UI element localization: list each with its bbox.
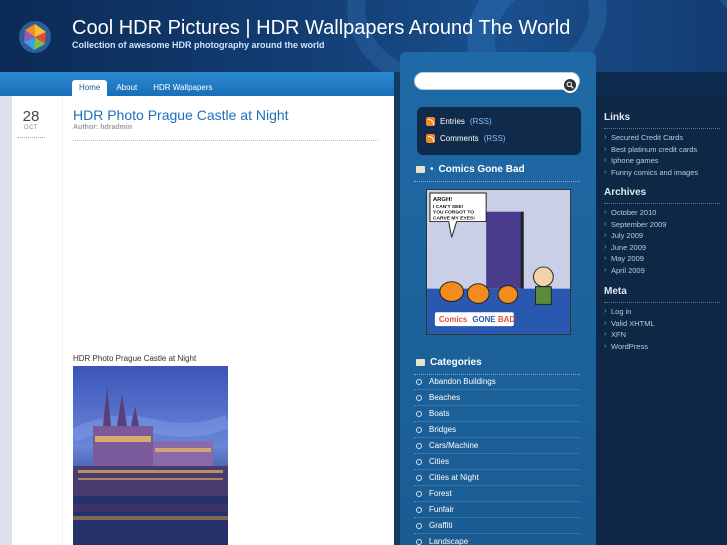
rss-icon [426,134,435,143]
archives-separator [604,203,720,204]
post-separator [73,140,378,141]
links-separator [604,128,720,129]
archive-item[interactable]: May 2009 [604,253,724,266]
post-date-day: 28 [22,108,40,125]
rss-box [417,107,581,155]
widget-separator [414,181,580,182]
meta-list: Log in Valid XHTML XFN WordPress [604,306,724,354]
rss-comments-link[interactable]: Comments (RSS) [426,134,505,143]
svg-text:I CAN'T SEE!: I CAN'T SEE! [433,204,464,210]
category-item[interactable]: Cities at Night [414,470,580,486]
site-title[interactable]: Cool HDR Pictures | HDR Wallpapers Aroun… [72,17,570,40]
category-item[interactable]: Funfair [414,502,580,518]
categories-title: Categories [430,357,482,368]
post-date-month: OCT [23,125,39,131]
category-item[interactable]: Beaches [414,390,580,406]
category-list: Abandon Buildings Beaches Boats Bridges … [414,374,580,545]
meta-item[interactable]: Valid XHTML [604,318,724,331]
category-item[interactable]: Cars/Machine [414,438,580,454]
svg-text:Comics: Comics [439,315,468,324]
site-logo-icon[interactable] [18,20,52,54]
svg-text:ARGH!: ARGH! [433,197,452,203]
rss-entries-label: Entries [440,117,465,126]
svg-text:CARVE MY EYES!: CARVE MY EYES! [433,216,475,222]
widget-icon [416,166,425,173]
meta-item[interactable]: XFN [604,329,724,342]
post-caption: HDR Photo Prague Castle at Night [73,354,197,363]
meta-item[interactable]: Log in [604,306,724,319]
links-title: Links [604,112,631,123]
category-item[interactable]: Graffiti [414,518,580,534]
meta-item[interactable]: WordPress [604,341,724,354]
svg-text:YOU FORGOT TO: YOU FORGOT TO [433,210,474,216]
post-date: 28 OCT [12,108,50,138]
archives-title: Archives [604,187,647,198]
bullet-icon: • [430,164,434,175]
rss-icon [426,117,435,126]
meta-separator [604,302,720,303]
post-photo[interactable] [73,366,228,545]
rss-comments-label: Comments [440,134,479,143]
search-icon [566,81,574,89]
archive-item[interactable]: June 2009 [604,242,724,255]
link-item[interactable]: Funny comics and images [604,167,724,180]
category-item[interactable]: Cities [414,454,580,470]
archive-item[interactable]: September 2009 [604,219,724,232]
archives-list: October 2010 September 2009 July 2009 Ju… [604,207,724,278]
categories-widget-title: Categories [416,357,482,368]
link-item[interactable]: Best platinum credit cards [604,144,724,157]
archive-item[interactable]: October 2010 [604,207,724,220]
post-author: Author: hdradmin [73,124,133,131]
search-input[interactable] [420,74,560,88]
widget-icon [416,359,425,366]
tab-home[interactable]: Home [72,80,108,96]
tab-hdr-wallpapers[interactable]: HDR Wallpapers [146,80,219,96]
links-list: Secured Credit Cards Best platinum credi… [604,132,724,180]
date-column-divider [62,96,63,545]
link-item[interactable]: Secured Credit Cards [604,132,724,145]
date-divider [17,137,45,138]
category-item[interactable]: Bridges [414,422,580,438]
category-item[interactable]: Boats [414,406,580,422]
rss-entries-feed: (RSS) [469,117,492,126]
search-button[interactable] [562,77,578,93]
comics-title: Comics Gone Bad [438,164,525,175]
category-item[interactable]: Forest [414,486,580,502]
archive-item[interactable]: April 2009 [604,265,724,278]
comics-widget-title: • Comics Gone Bad [416,164,525,175]
link-item[interactable]: Iphone games [604,155,724,168]
main-nav: Home About HDR Wallpapers [72,80,220,96]
archive-item[interactable]: July 2009 [604,230,724,243]
comic-image[interactable]: ARGH! I CAN'T SEE! YOU FORGOT TO CARVE M… [426,189,571,335]
post-title[interactable]: HDR Photo Prague Castle at Night [73,107,289,123]
meta-title: Meta [604,286,627,297]
tab-about[interactable]: About [109,80,144,96]
category-item[interactable]: Landscape [414,534,580,545]
site-tagline: Collection of awesome HDR photography ar… [72,40,325,50]
category-item[interactable]: Abandon Buildings [414,374,580,390]
svg-text:BAD: BAD [498,315,515,324]
rss-entries-link[interactable]: Entries (RSS) [426,117,492,126]
svg-text:GONE: GONE [472,315,495,324]
rss-comments-feed: (RSS) [483,134,506,143]
left-gutter [0,96,12,545]
